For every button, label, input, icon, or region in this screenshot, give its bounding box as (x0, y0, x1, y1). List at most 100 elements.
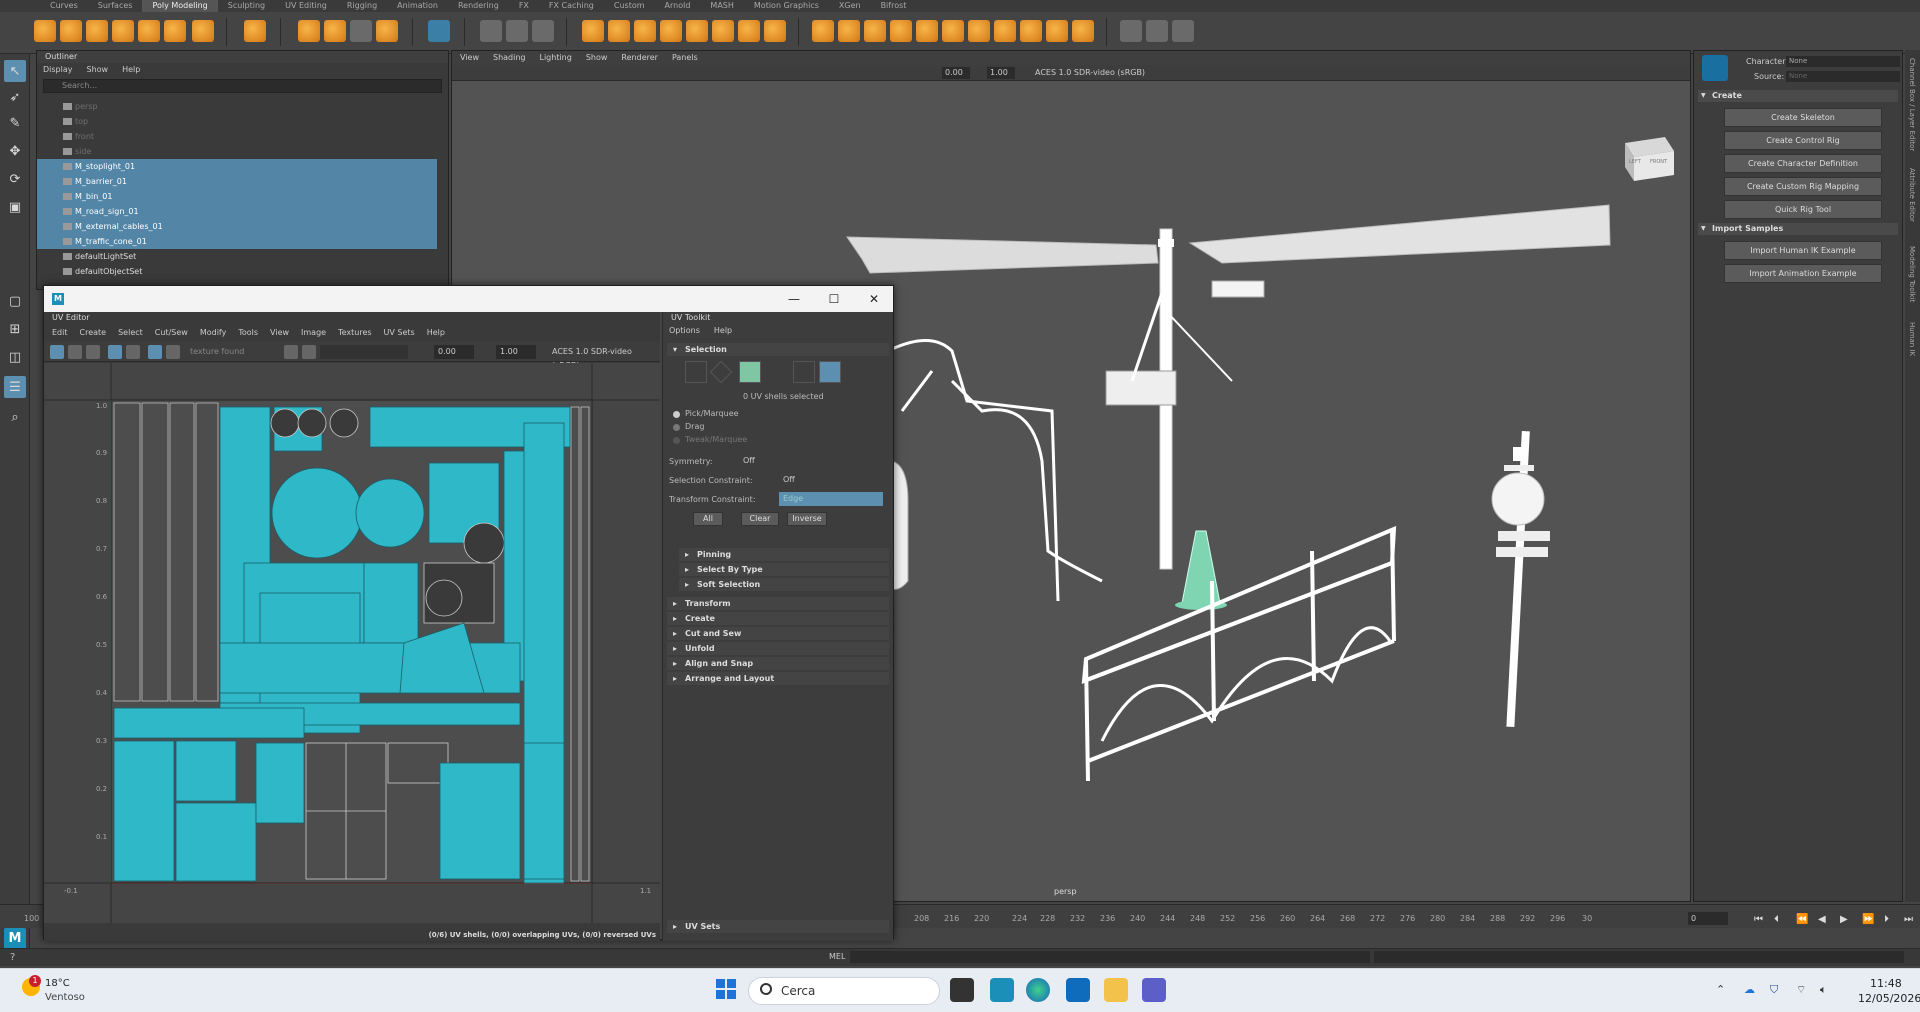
soft-selection-section-header[interactable]: Soft Selection (679, 578, 889, 591)
create-skeleton-button[interactable]: Create Skeleton (1724, 108, 1882, 127)
import-animation-example-button[interactable]: Import Animation Example (1724, 264, 1882, 283)
create-section-header[interactable]: Create (1698, 90, 1898, 102)
create-control-rig-button[interactable]: Create Control Rig (1724, 131, 1882, 150)
grid-icon[interactable] (428, 20, 450, 42)
smooth-icon[interactable] (532, 20, 554, 42)
toolkit-menu-options[interactable]: Options (669, 324, 700, 338)
uv-menu-help[interactable]: Help (427, 326, 445, 340)
poly-cube-icon[interactable] (60, 20, 82, 42)
shelf-tab-animation[interactable]: Animation (387, 0, 448, 12)
step-forward-frame-icon[interactable]: ⏩ (1862, 914, 1874, 925)
shelf-tab-sculpting[interactable]: Sculpting (218, 0, 275, 12)
viewport-menu-show[interactable]: Show (586, 51, 608, 65)
outliner-row-top[interactable]: top (37, 114, 437, 129)
zoom-icon[interactable]: ⌕ (4, 406, 26, 428)
poly-torus-icon[interactable] (138, 20, 160, 42)
poly-sphere-icon[interactable] (34, 20, 56, 42)
viewport-menu-panels[interactable]: Panels (672, 51, 698, 65)
shelf-tab-poly-modeling[interactable]: Poly Modeling (142, 0, 218, 12)
lasso-tool-icon[interactable]: ➶ (4, 86, 26, 108)
import-samples-section-header[interactable]: Import Samples (1698, 223, 1898, 235)
sweep-mesh-icon[interactable] (298, 20, 320, 42)
measure-icon[interactable] (1146, 20, 1168, 42)
clock-time[interactable]: 11:48 (1870, 977, 1902, 990)
mel-label[interactable]: MEL (829, 952, 845, 961)
select-face-icon[interactable] (819, 361, 841, 383)
select-vertex-icon[interactable] (709, 360, 733, 384)
road-sign-mesh[interactable] (1491, 430, 1550, 728)
platonic-solid-icon[interactable] (244, 20, 266, 42)
outliner-row-default-object-set[interactable]: defaultObjectSet (37, 264, 437, 279)
bevel-edge-icon[interactable] (712, 20, 734, 42)
bridge-icon[interactable] (660, 20, 682, 42)
volume-icon[interactable]: 🔈︎ (1820, 983, 1827, 997)
source-dropdown[interactable]: None (1786, 71, 1900, 82)
collapse-icon[interactable] (1046, 20, 1068, 42)
barrier-mesh[interactable] (1081, 525, 1397, 782)
tray-chevron-up-icon[interactable]: ⌃ (1716, 983, 1725, 996)
uv-shaded-icon[interactable] (68, 345, 82, 359)
minimize-icon[interactable]: — (782, 290, 806, 308)
uv-menu-view[interactable]: View (270, 326, 289, 340)
outliner-row-persp[interactable]: persp (37, 99, 437, 114)
uv-grid-icon[interactable] (50, 345, 64, 359)
multi-cut-icon[interactable] (812, 20, 834, 42)
bin-mesh[interactable] (891, 460, 909, 590)
outliner-menu-display[interactable]: Display (43, 63, 73, 77)
outliner-menu-show[interactable]: Show (87, 63, 109, 77)
single-perspective-view-icon[interactable]: ▢ (4, 290, 26, 312)
mirror-icon[interactable] (608, 20, 630, 42)
weather-temperature[interactable]: 18°C (45, 978, 70, 989)
outlook-icon[interactable] (1066, 978, 1090, 1002)
side-tab-channel-box[interactable]: Channel Box / Layer Editor (1908, 58, 1916, 151)
outliner-search-input[interactable]: Search... (43, 79, 442, 93)
select-by-type-section-header[interactable]: Select By Type (679, 563, 889, 576)
scale-tool-icon[interactable]: ▣ (4, 196, 26, 218)
quick-rig-tool-button[interactable]: Quick Rig Tool (1724, 200, 1882, 219)
side-tab-modeling-toolkit[interactable]: Modeling Toolkit (1908, 246, 1916, 302)
poly-cylinder-icon[interactable] (86, 20, 108, 42)
uv-window-titlebar[interactable]: M — ☐ ✕ (44, 286, 893, 312)
shelf-tab-custom[interactable]: Custom (604, 0, 655, 12)
symmetry-dropdown[interactable]: Off (739, 454, 869, 468)
close-icon[interactable]: ✕ (862, 290, 886, 308)
shelf-tab-fx[interactable]: FX (509, 0, 539, 12)
offset-edge-loop-icon[interactable] (942, 20, 964, 42)
uv-snapshot-icon[interactable] (284, 345, 298, 359)
side-tab-human-ik[interactable]: Human IK (1908, 322, 1916, 356)
outliner-row-bin[interactable]: M_bin_01 (37, 189, 437, 204)
outliner-row-stoplight[interactable]: M_stoplight_01 (37, 159, 437, 174)
quad-draw-icon[interactable] (890, 20, 912, 42)
uv-image-icon[interactable] (148, 345, 162, 359)
clear-selection-button[interactable]: Clear (741, 512, 779, 526)
selection-section-header[interactable]: Selection (667, 343, 889, 356)
taskbar-search-input[interactable]: Cerca (748, 977, 940, 1005)
select-uv-shell-icon[interactable] (739, 361, 761, 383)
toolkit-menu-help[interactable]: Help (714, 324, 732, 338)
step-forward-key-icon[interactable]: ⏵ (1884, 914, 1889, 925)
uv-menu-modify[interactable]: Modify (200, 326, 227, 340)
create-custom-rig-mapping-button[interactable]: Create Custom Rig Mapping (1724, 177, 1882, 196)
weather-description[interactable]: Ventoso (45, 992, 85, 1003)
shelf-tab-arnold[interactable]: Arnold (655, 0, 701, 12)
mel-command-input[interactable] (850, 951, 1370, 963)
step-back-frame-icon[interactable]: ⏪ (1796, 914, 1808, 925)
viewport-menu-lighting[interactable]: Lighting (539, 51, 571, 65)
side-by-side-layout-icon[interactable]: ◫ (4, 346, 26, 368)
outliner-row-front[interactable]: front (37, 129, 437, 144)
play-backward-icon[interactable]: ◀ (1818, 914, 1826, 925)
align-and-snap-section-header[interactable]: Align and Snap (667, 657, 889, 670)
shelf-tab-rigging[interactable]: Rigging (337, 0, 387, 12)
texture-dropdown[interactable]: texture found (186, 345, 276, 359)
uv-menu-edit[interactable]: Edit (52, 326, 68, 340)
maya-taskbar-icon[interactable] (990, 978, 1014, 1002)
uv-menu-tools[interactable]: Tools (238, 326, 258, 340)
traffic-cone-mesh[interactable] (1175, 530, 1227, 610)
viewport-menu-view[interactable]: View (460, 51, 479, 65)
viewport-gamma-field[interactable]: 1.00 (987, 67, 1015, 79)
poly-type-icon[interactable] (324, 20, 346, 42)
outliner-row-external-cables[interactable]: M_external_cables_01 (37, 219, 437, 234)
teams-icon[interactable] (1142, 978, 1166, 1002)
unfold-section-header[interactable]: Unfold (667, 642, 889, 655)
svg-tool-icon[interactable] (376, 20, 398, 42)
